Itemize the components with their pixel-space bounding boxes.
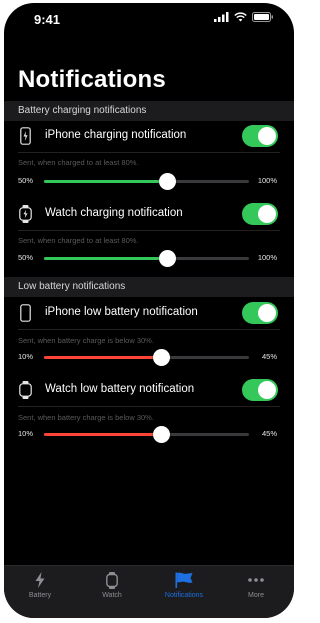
tab-label: Watch — [102, 592, 122, 599]
slider-max-label: 100% — [257, 253, 277, 262]
tab-label: More — [248, 592, 264, 599]
wifi-icon — [234, 12, 247, 22]
setting-row-iphone-charging: iPhone charging notification — [4, 122, 294, 150]
slider-thumb[interactable] — [152, 426, 170, 443]
slider-min-label: 10% — [18, 429, 34, 438]
slider-max-label: 100% — [257, 176, 277, 185]
slider-thumb[interactable] — [159, 173, 176, 190]
cellular-signal-icon — [214, 12, 229, 22]
setting-row-iphone-low-battery: iPhone low battery notification — [4, 299, 294, 327]
iphone-outline-icon — [18, 303, 32, 323]
toggle-knob — [258, 381, 276, 399]
watch-low-battery-hint: Sent, when battery charge is below 30%. — [18, 413, 154, 422]
iphone-charging-toggle[interactable] — [242, 125, 278, 147]
flag-icon — [148, 571, 220, 589]
iphone-charging-slider[interactable]: 50% 100% — [4, 171, 294, 191]
tab-label: Battery — [28, 592, 52, 599]
bolt-icon — [4, 571, 76, 589]
toggle-knob — [258, 127, 276, 145]
slider-thumb[interactable] — [152, 349, 170, 366]
tab-bar: Battery Watch Notifications More — [4, 565, 294, 618]
toggle-knob — [258, 304, 276, 322]
phone-screen: 9:41 Notifications Battery charging noti… — [4, 3, 294, 618]
watch-low-battery-slider[interactable]: 10% 45% — [4, 424, 294, 444]
setting-row-watch-charging: Watch charging notification — [4, 200, 294, 228]
slider-track[interactable] — [44, 250, 249, 267]
slider-fill — [44, 257, 167, 260]
toggle-knob — [258, 205, 276, 223]
status-bar: 9:41 — [4, 3, 294, 35]
iphone-charging-hint: Sent, when charged to at least 80%. — [18, 158, 139, 167]
watch-icon — [76, 571, 148, 589]
watch-low-battery-toggle[interactable] — [242, 379, 278, 401]
watch-charging-slider[interactable]: 50% 100% — [4, 248, 294, 268]
row-divider — [18, 152, 280, 153]
slider-fill — [44, 433, 161, 436]
section-header-low-battery: Low battery notifications — [4, 277, 294, 297]
slider-track[interactable] — [44, 349, 249, 366]
setting-label: Watch low battery notification — [45, 383, 195, 395]
iphone-battery-icon — [18, 126, 32, 146]
row-divider — [18, 406, 280, 407]
status-time: 9:41 — [34, 12, 61, 27]
tab-battery[interactable]: Battery — [4, 566, 76, 618]
slider-track[interactable] — [44, 173, 249, 190]
tab-more[interactable]: More — [220, 566, 292, 618]
slider-thumb[interactable] — [159, 250, 176, 267]
slider-track[interactable] — [44, 426, 249, 443]
watch-battery-icon — [18, 204, 32, 224]
tab-watch[interactable]: Watch — [76, 566, 148, 618]
slider-min-label: 50% — [18, 253, 34, 262]
battery-status-icon — [252, 12, 273, 22]
more-dots-icon — [220, 571, 292, 589]
setting-label: iPhone charging notification — [45, 129, 187, 141]
watch-charging-toggle[interactable] — [242, 203, 278, 225]
iphone-low-battery-toggle[interactable] — [242, 302, 278, 324]
slider-fill — [44, 180, 167, 183]
slider-max-label: 45% — [261, 429, 277, 438]
slider-fill — [44, 356, 161, 359]
tab-notifications[interactable]: Notifications — [148, 566, 220, 618]
setting-label: Watch charging notification — [45, 207, 183, 219]
page-title: Notifications — [18, 66, 166, 93]
tab-label: Notifications — [164, 592, 204, 599]
iphone-low-battery-hint: Sent, when battery charge is below 30%. — [18, 336, 154, 345]
setting-row-watch-low-battery: Watch low battery notification — [4, 376, 294, 404]
iphone-low-battery-slider[interactable]: 10% 45% — [4, 347, 294, 367]
slider-min-label: 50% — [18, 176, 34, 185]
slider-min-label: 10% — [18, 352, 34, 361]
setting-label: iPhone low battery notification — [45, 306, 198, 318]
watch-charging-hint: Sent, when charged to at least 80%. — [18, 236, 139, 245]
slider-max-label: 45% — [261, 352, 277, 361]
watch-outline-icon — [18, 380, 32, 400]
row-divider — [18, 230, 280, 231]
status-icons — [214, 12, 274, 22]
section-header-charging: Battery charging notifications — [4, 101, 294, 121]
row-divider — [18, 329, 280, 330]
